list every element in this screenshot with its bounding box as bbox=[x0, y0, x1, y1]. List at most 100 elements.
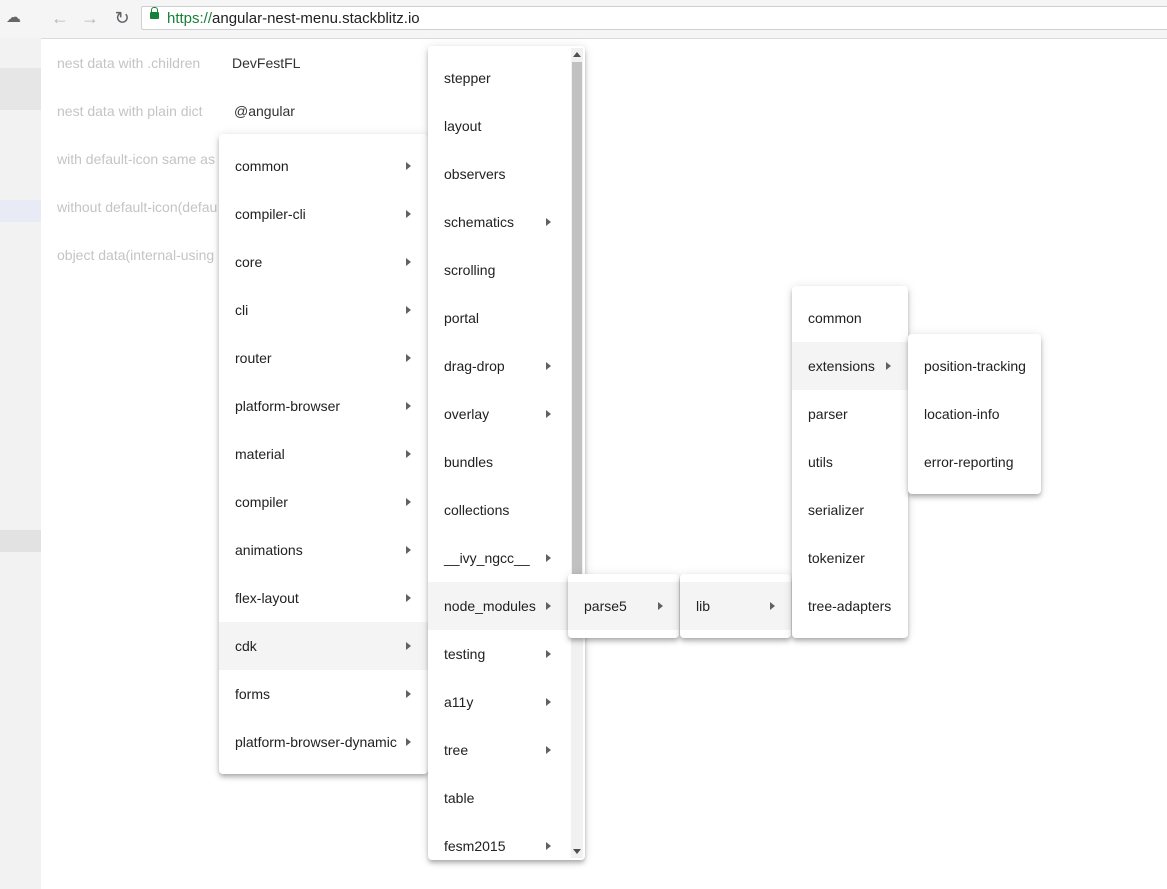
submenu-arrow-icon bbox=[406, 354, 411, 362]
submenu-arrow-icon bbox=[406, 546, 411, 554]
menu-item-animations[interactable]: animations bbox=[219, 526, 428, 574]
menu-item-overlay[interactable]: overlay bbox=[428, 390, 585, 438]
menu-item-node-modules[interactable]: node_modules bbox=[428, 582, 585, 630]
menu-item-label: material bbox=[235, 446, 285, 462]
menu-item-label: layout bbox=[444, 118, 482, 134]
menu-item-cli[interactable]: cli bbox=[219, 286, 428, 334]
menu-item-label: location-info bbox=[924, 406, 1000, 422]
menu-item-label: drag-drop bbox=[444, 358, 505, 374]
menu-item-ivy-ngcc[interactable]: __ivy_ngcc__ bbox=[428, 534, 585, 582]
menu-item-stepper[interactable]: stepper bbox=[428, 54, 585, 102]
row-label: nest data with .children bbox=[57, 55, 201, 71]
menu-item-forms[interactable]: forms bbox=[219, 670, 428, 718]
menu-item-router[interactable]: router bbox=[219, 334, 428, 382]
menu-item-parse5[interactable]: parse5 bbox=[568, 582, 679, 630]
menu-item-label: node_modules bbox=[444, 598, 536, 614]
menu-item-label: bundles bbox=[444, 454, 494, 470]
menu-item-observers[interactable]: observers bbox=[428, 150, 585, 198]
menu-item-cdk[interactable]: cdk bbox=[219, 622, 428, 670]
menu-item-compiler-cli[interactable]: compiler-cli bbox=[219, 190, 428, 238]
submenu-arrow-icon bbox=[406, 450, 411, 458]
submenu-arrow-icon bbox=[406, 306, 411, 314]
menu-item-portal[interactable]: portal bbox=[428, 294, 585, 342]
menu-item-layout[interactable]: layout bbox=[428, 102, 585, 150]
menu-level-1: common compiler-cli core cli router platform-… bbox=[219, 134, 428, 774]
submenu-arrow-icon bbox=[406, 402, 411, 410]
submenu-arrow-icon bbox=[406, 594, 411, 602]
menu-item-a11y[interactable]: a11y bbox=[428, 678, 585, 726]
menu-item-drag-drop[interactable]: drag-drop bbox=[428, 342, 585, 390]
submenu-arrow-icon bbox=[406, 642, 411, 650]
menu-item-label: compiler bbox=[235, 494, 288, 510]
menu-item-label: parser bbox=[808, 406, 848, 422]
menu-item-lib[interactable]: lib bbox=[680, 582, 791, 630]
menu-item-parser[interactable]: parser bbox=[792, 390, 908, 438]
menu-item-common[interactable]: common bbox=[219, 142, 428, 190]
menu-item-label: stepper bbox=[444, 70, 491, 86]
menu-item-schematics[interactable]: schematics bbox=[428, 198, 585, 246]
menu-item-tree-adapters[interactable]: tree-adapters bbox=[792, 582, 908, 630]
menu-item-location-info[interactable]: location-info bbox=[908, 390, 1041, 438]
menu-item-error-reporting[interactable]: error-reporting bbox=[908, 438, 1041, 486]
menu-item-label: schematics bbox=[444, 214, 515, 230]
menu-item-label: common bbox=[808, 310, 862, 326]
menu-item-flex-layout[interactable]: flex-layout bbox=[219, 574, 428, 622]
menu-item-position-tracking[interactable]: position-tracking bbox=[908, 342, 1041, 390]
submenu-arrow-icon bbox=[546, 746, 551, 754]
cloud-upload-icon[interactable]: ☁ bbox=[6, 8, 21, 26]
menu-item-testing[interactable]: testing bbox=[428, 630, 585, 678]
menu-item-platform-browser[interactable]: platform-browser bbox=[219, 382, 428, 430]
menu-level-5: common extensions parser utils serializer tok… bbox=[792, 286, 908, 638]
menu-item-compiler[interactable]: compiler bbox=[219, 478, 428, 526]
submenu-arrow-icon bbox=[658, 602, 663, 610]
menu-item-table[interactable]: table bbox=[428, 774, 585, 822]
menu-item-label: flex-layout bbox=[235, 590, 299, 606]
menu-item-common[interactable]: common bbox=[792, 294, 908, 342]
menu-trigger[interactable]: DevFestFL bbox=[232, 55, 300, 71]
submenu-arrow-icon bbox=[546, 650, 551, 658]
menu-item-label: error-reporting bbox=[924, 454, 1014, 470]
submenu-arrow-icon bbox=[546, 410, 551, 418]
url-text: https://angular-nest-menu.stackblitz.io bbox=[167, 10, 420, 27]
row-label: nest data with plain dict bbox=[57, 103, 203, 119]
menu-item-platform-browser-dynamic[interactable]: platform-browser-dynamic bbox=[219, 718, 428, 766]
address-bar[interactable]: https://angular-nest-menu.stackblitz.io bbox=[141, 6, 1167, 30]
menu-item-label: animations bbox=[235, 542, 303, 558]
menu-item-label: lib bbox=[696, 598, 711, 614]
menu-scrollbar[interactable] bbox=[571, 48, 583, 858]
menu-item-utils[interactable]: utils bbox=[792, 438, 908, 486]
submenu-arrow-icon bbox=[886, 362, 891, 370]
sidebar-item[interactable] bbox=[0, 530, 41, 552]
scrollbar-thumb[interactable] bbox=[572, 62, 582, 577]
back-icon[interactable]: ← bbox=[50, 8, 70, 28]
scroll-down-icon[interactable] bbox=[573, 849, 581, 854]
menu-item-label: portal bbox=[444, 310, 480, 326]
submenu-arrow-icon bbox=[546, 554, 551, 562]
menu-trigger[interactable]: @angular bbox=[234, 103, 295, 119]
reload-icon[interactable]: ↻ bbox=[112, 8, 132, 28]
menu-item-tree[interactable]: tree bbox=[428, 726, 585, 774]
menu-item-label: observers bbox=[444, 166, 506, 182]
menu-item-label: router bbox=[235, 350, 272, 366]
menu-item-label: serializer bbox=[808, 502, 865, 518]
menu-item-tokenizer[interactable]: tokenizer bbox=[792, 534, 908, 582]
forward-icon[interactable]: → bbox=[80, 8, 100, 28]
menu-item-label: table bbox=[444, 790, 475, 806]
menu-item-extensions[interactable]: extensions bbox=[792, 342, 908, 390]
menu-item-label: platform-browser bbox=[235, 398, 341, 414]
menu-item-scrolling[interactable]: scrolling bbox=[428, 246, 585, 294]
sidebar-item[interactable] bbox=[0, 68, 41, 110]
submenu-arrow-icon bbox=[546, 218, 551, 226]
scroll-up-icon[interactable] bbox=[573, 52, 581, 57]
menu-item-collections[interactable]: collections bbox=[428, 486, 585, 534]
menu-item-label: a11y bbox=[444, 694, 474, 710]
url-scheme: https:// bbox=[167, 10, 213, 27]
menu-item-core[interactable]: core bbox=[219, 238, 428, 286]
menu-item-bundles[interactable]: bundles bbox=[428, 438, 585, 486]
sidebar-item-active[interactable] bbox=[0, 200, 41, 222]
menu-item-material[interactable]: material bbox=[219, 430, 428, 478]
menu-item-serializer[interactable]: serializer bbox=[792, 486, 908, 534]
menu-item-label: fesm2015 bbox=[444, 838, 506, 854]
row-label: with default-icon same as bbox=[57, 151, 215, 167]
menu-item-fesm2015[interactable]: fesm2015 bbox=[428, 822, 585, 860]
